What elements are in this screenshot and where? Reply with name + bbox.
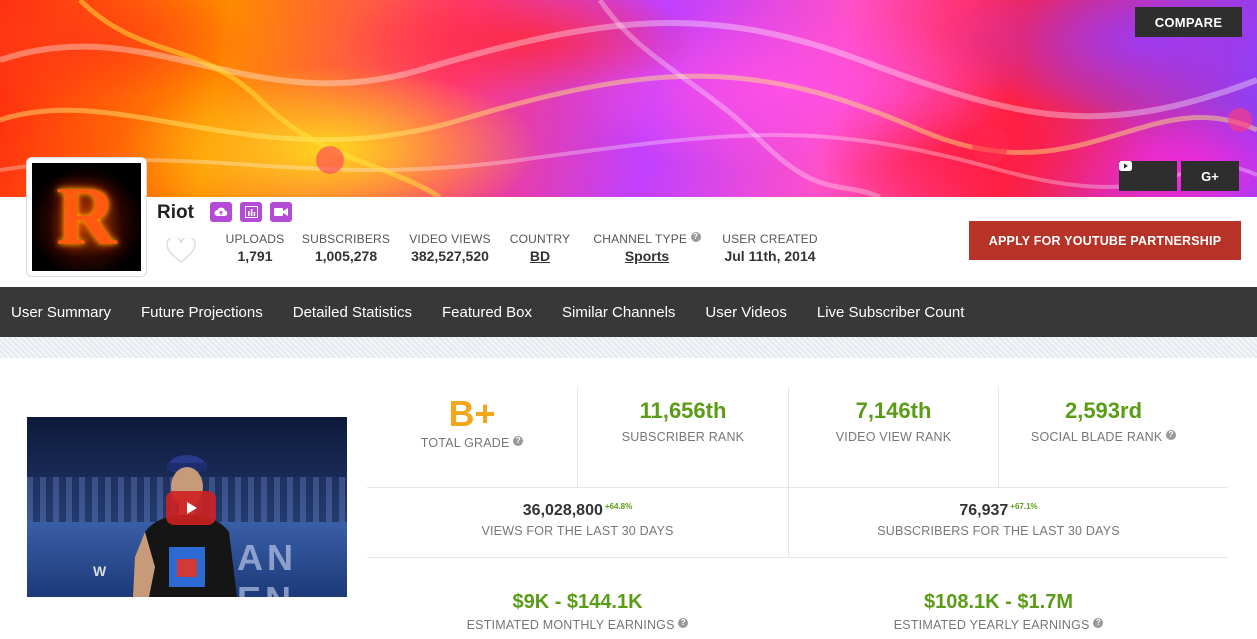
social-blade-rank: 2,593rd SOCIAL BLADE RANK ? bbox=[999, 398, 1208, 444]
stat-uploads: UPLOADS 1,791 bbox=[225, 232, 285, 264]
banner-flames bbox=[0, 0, 1257, 197]
video-play-button[interactable] bbox=[166, 491, 216, 525]
nav-future-projections[interactable]: Future Projections bbox=[126, 287, 278, 337]
apply-partnership-button[interactable]: APPLY FOR YOUTUBE PARTNERSHIP bbox=[969, 221, 1241, 260]
video-brand-mark: W bbox=[93, 563, 107, 579]
compare-button[interactable]: COMPARE bbox=[1135, 7, 1242, 37]
featured-video[interactable]: AN EN W bbox=[27, 417, 347, 597]
nav-detailed-statistics[interactable]: Detailed Statistics bbox=[278, 287, 427, 337]
avatar: R bbox=[32, 163, 141, 271]
nav-user-videos[interactable]: User Videos bbox=[690, 287, 801, 337]
help-icon[interactable]: ? bbox=[1166, 430, 1177, 440]
subscriber-rank: 11,656th SUBSCRIBER RANK bbox=[621, 398, 745, 444]
nav-featured-box[interactable]: Featured Box bbox=[427, 287, 547, 337]
video-view-rank: 7,146th VIDEO VIEW RANK bbox=[835, 398, 952, 444]
grid-divider bbox=[367, 487, 1228, 488]
views-last-30-days: 36,028,800 +64.8% VIEWS FOR THE LAST 30 D… bbox=[481, 502, 674, 538]
grade-value: B+ bbox=[448, 393, 496, 434]
help-icon[interactable]: ? bbox=[1093, 618, 1104, 628]
channel-name: Riot bbox=[157, 202, 194, 223]
stat-user-created: USER CREATED Jul 11th, 2014 bbox=[722, 232, 818, 264]
video-camera-icon[interactable] bbox=[270, 202, 292, 222]
section-divider bbox=[0, 337, 1257, 358]
subs-change-badge: +67.1% bbox=[1010, 502, 1038, 511]
grid-divider bbox=[367, 557, 1228, 558]
stat-subscribers: SUBSCRIBERS 1,005,278 bbox=[301, 232, 391, 264]
youtube-icon bbox=[1119, 161, 1132, 171]
video-stage-text: AN EN bbox=[237, 537, 297, 597]
google-plus-button[interactable]: G+ bbox=[1181, 161, 1239, 191]
estimated-yearly-earnings: $108.1K - $1.7M ESTIMATED YEARLY EARNING… bbox=[789, 591, 1208, 632]
main-nav: User Summary Future Projections Detailed… bbox=[0, 287, 1257, 337]
nav-user-summary[interactable]: User Summary bbox=[0, 287, 126, 337]
total-grade: B+ TOTAL GRADE ? bbox=[367, 396, 577, 450]
favorite-heart-icon[interactable] bbox=[166, 238, 196, 264]
nav-live-subscriber-count[interactable]: Live Subscriber Count bbox=[802, 287, 980, 337]
stat-video-views: VIDEO VIEWS 382,527,520 bbox=[409, 232, 491, 264]
channel-avatar-frame: R bbox=[26, 157, 147, 277]
estimated-monthly-earnings: $9K - $144.1K ESTIMATED MONTHLY EARNINGS… bbox=[367, 591, 788, 632]
subscribers-last-30-days: 76,937 +67.1% SUBSCRIBERS FOR THE LAST 30… bbox=[877, 502, 1120, 538]
google-plus-icon: G+ bbox=[1201, 168, 1219, 184]
stat-channel-type: CHANNEL TYPE ? Sports bbox=[586, 232, 708, 264]
channel-banner: COMPARE G+ bbox=[0, 0, 1257, 197]
upload-cloud-icon[interactable] bbox=[210, 202, 232, 222]
help-icon[interactable]: ? bbox=[690, 232, 701, 242]
nav-similar-channels[interactable]: Similar Channels bbox=[547, 287, 690, 337]
views-change-badge: +64.8% bbox=[604, 502, 633, 511]
help-icon[interactable]: ? bbox=[678, 618, 689, 628]
channel-type-link[interactable]: Sports bbox=[586, 248, 708, 264]
help-icon[interactable]: ? bbox=[513, 436, 524, 446]
stat-country: COUNTRY BD bbox=[508, 232, 572, 264]
bar-chart-icon[interactable] bbox=[240, 202, 262, 222]
avatar-letter: R bbox=[56, 170, 117, 263]
country-link[interactable]: BD bbox=[508, 248, 572, 264]
play-icon bbox=[187, 502, 197, 514]
youtube-link-button[interactable] bbox=[1119, 161, 1177, 191]
